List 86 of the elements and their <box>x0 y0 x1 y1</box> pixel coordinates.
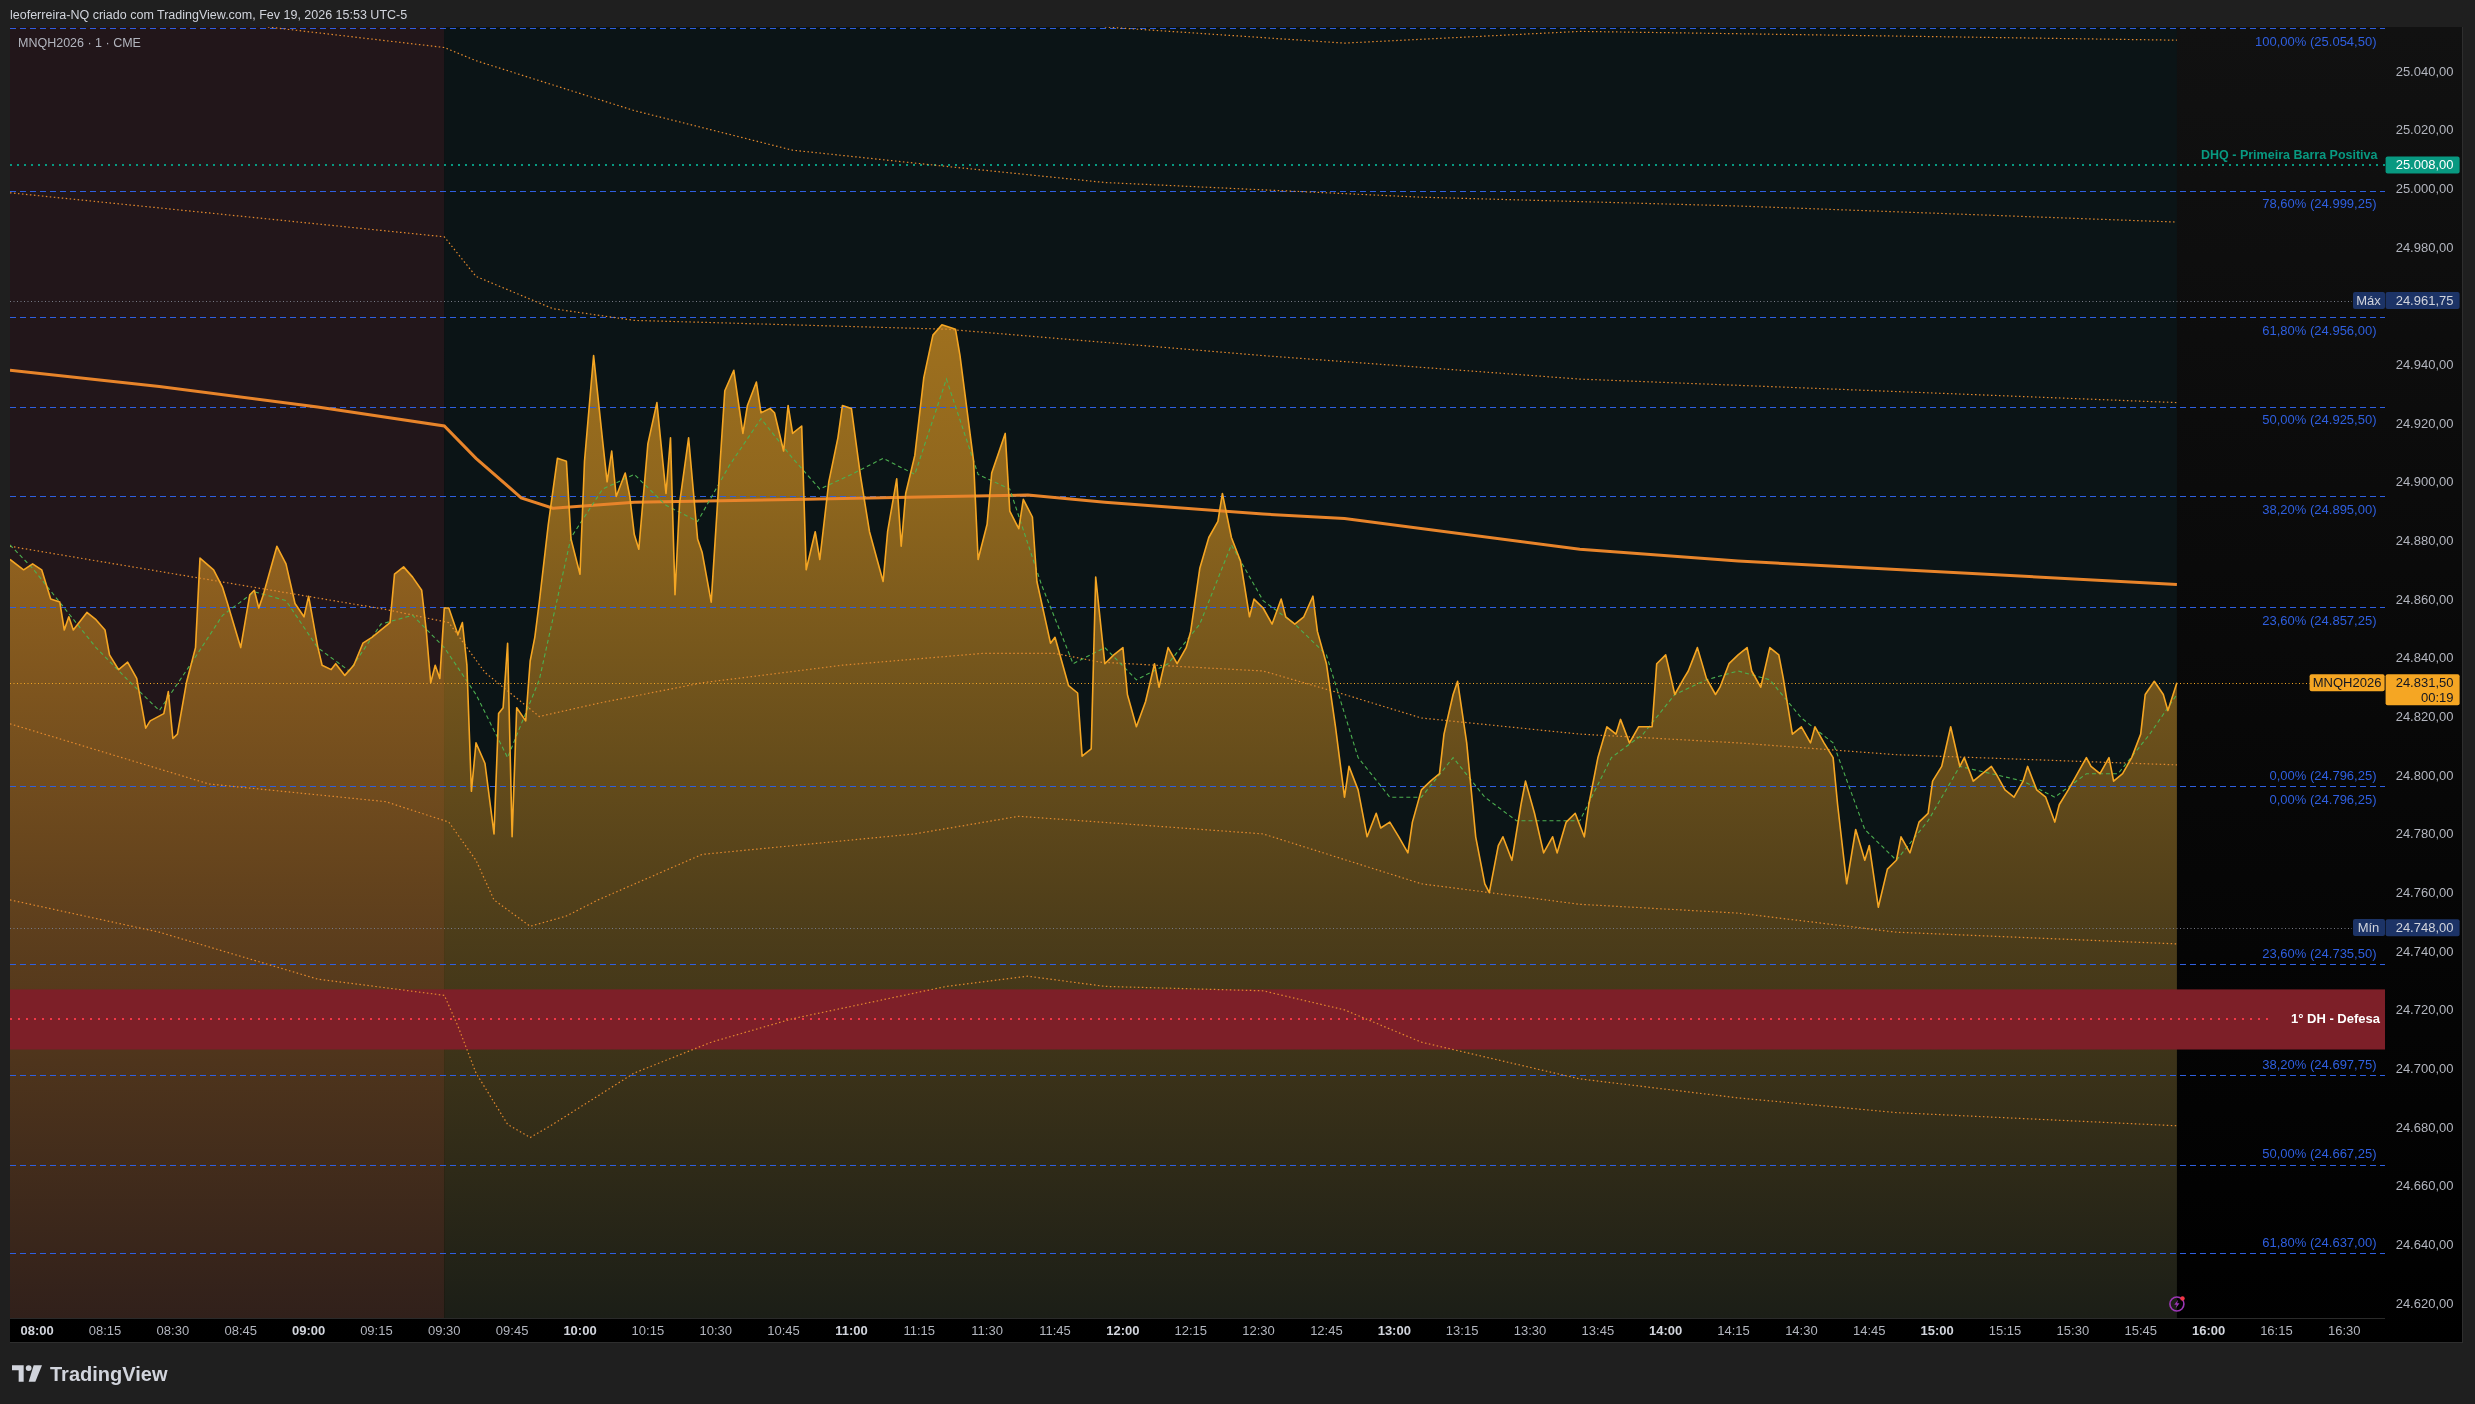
level-price-tag: 24.748,00 <box>2385 919 2460 937</box>
fib-level-label: 78,60% (24.999,25) <box>2262 196 2377 212</box>
fib-level-label: 38,20% (24.895,00) <box>2262 501 2377 517</box>
y-tick-label: 24.748,00 <box>2395 920 2454 936</box>
time-axis-label: 10:15 <box>631 1322 665 1338</box>
time-axis-label: 13:15 <box>1445 1322 1479 1338</box>
time-axis-label: 13:30 <box>1513 1322 1547 1338</box>
last-price: 24.831,50 <box>2395 675 2454 691</box>
price-axis-label: 24.780,00 <box>2395 826 2454 842</box>
price-axis-label: 24.980,00 <box>2395 239 2454 255</box>
price-axis-label: 24.920,00 <box>2395 415 2454 431</box>
price-axis-label: 24.760,00 <box>2395 885 2454 901</box>
time-axis-label: 12:15 <box>1174 1322 1207 1338</box>
fib-level-label: 100,00% (25.054,50) <box>2255 33 2377 49</box>
fib-level-label: 23,60% (24.857,25) <box>2262 612 2377 628</box>
price-axis-label: 24.940,00 <box>2395 356 2454 372</box>
time-axis-label: 15:30 <box>2056 1322 2090 1338</box>
price-axis-label: 25.000,00 <box>2395 180 2454 196</box>
time-axis-label: 11:45 <box>1039 1322 1071 1338</box>
time-axis-label: 10:45 <box>767 1322 800 1338</box>
time-axis-label: 09:00 <box>291 1322 326 1338</box>
zone-label: 1° DH - Defesa <box>2291 1011 2380 1027</box>
fib-level-label: 61,80% (24.956,00) <box>2262 323 2377 338</box>
time-axis-label: 15:00 <box>1920 1322 1954 1338</box>
price-axis-label: 25.020,00 <box>2395 122 2454 138</box>
price-axis-label: 25.040,00 <box>2395 63 2454 79</box>
price-axis-label: 24.860,00 <box>2395 591 2454 607</box>
time-axis-label: 13:00 <box>1377 1322 1411 1338</box>
time-axis-label: 11:30 <box>971 1322 1003 1338</box>
fib-level-label: 50,00% (24.925,50) <box>2262 412 2377 428</box>
lightning-icon[interactable] <box>2169 1296 2185 1312</box>
time-axis-label: 12:30 <box>1242 1322 1275 1338</box>
time-axis-label: 12:00 <box>1106 1322 1140 1338</box>
price-axis-label: 24.720,00 <box>2395 1002 2454 1018</box>
price-axis-label: 24.800,00 <box>2395 767 2454 783</box>
y-tick-label: 25.008,00 <box>2395 157 2454 173</box>
price-axis-label: 24.740,00 <box>2395 943 2454 959</box>
time-axis-label: 15:45 <box>2124 1322 2157 1338</box>
time-axis-label: 13:45 <box>1581 1322 1615 1338</box>
y-tick-label: 24.961,75 <box>2395 293 2454 309</box>
time-axis-label: 09:30 <box>428 1322 461 1338</box>
time-axis-label: 11:15 <box>903 1322 936 1338</box>
fib-level-label: 23,60% (24.735,50) <box>2262 945 2377 961</box>
symbol-tag: MNQH2026 <box>2309 674 2385 692</box>
level-tag: Mín <box>2352 919 2385 937</box>
price-axis-label: 24.900,00 <box>2395 474 2454 490</box>
brand-name: TradingView <box>50 1361 168 1387</box>
fib-level-label: 0,00% (24.796,25) <box>2269 767 2377 783</box>
time-axis-label: 16:15 <box>2260 1322 2293 1338</box>
time-axis-label: 14:15 <box>1717 1322 1750 1338</box>
level-price-tag: 25.008,00 <box>2385 156 2460 174</box>
level-label: DHQ - Primeira Barra Positiva <box>2201 147 2378 162</box>
price-axis-label: 24.640,00 <box>2395 1237 2454 1253</box>
price-axis-label: 24.820,00 <box>2395 709 2454 724</box>
chart-caption: leoferreira-NQ criado com TradingView.com, Fev 19, 2026 15:53 UTC-5 <box>10 7 408 25</box>
time-axis-label: 08:45 <box>224 1322 257 1338</box>
time-axis-label: 09:15 <box>360 1322 393 1338</box>
time-axis-label: 12:45 <box>1310 1322 1343 1338</box>
level-tag: Máx <box>2352 292 2385 310</box>
price-axis-label: 24.880,00 <box>2395 532 2454 548</box>
level-price-tag: 24.961,75 <box>2385 292 2460 310</box>
time-axis-label: 11:00 <box>835 1322 868 1338</box>
time-axis-label: 14:45 <box>1853 1322 1886 1338</box>
time-axis-label: 14:00 <box>1649 1322 1683 1338</box>
time-axis-label: 09:45 <box>495 1322 529 1338</box>
time-axis-label: 14:30 <box>1785 1322 1818 1338</box>
fib-level-label: 0,00% (24.796,25) <box>2269 791 2377 807</box>
logo-icon <box>12 1365 42 1382</box>
price-axis-label: 24.660,00 <box>2395 1178 2454 1194</box>
time-axis-label: 08:30 <box>156 1322 190 1338</box>
symbol-legend: MNQH2026 · 1 · CME <box>18 36 141 50</box>
time-axis-label: 16:30 <box>2328 1322 2361 1338</box>
fib-level-label: 38,20% (24.697,75) <box>2262 1056 2377 1072</box>
time-axis-label: 08:15 <box>88 1322 122 1338</box>
time-axis-label: 10:00 <box>563 1322 597 1338</box>
fib-level-label: 50,00% (24.667,25) <box>2262 1146 2377 1162</box>
price-axis-label: 24.700,00 <box>2395 1061 2454 1077</box>
price-axis-label: 24.840,00 <box>2395 650 2454 666</box>
price-axis-label: 24.620,00 <box>2395 1295 2454 1311</box>
time-axis-label: 08:00 <box>20 1322 54 1338</box>
time-axis-label: 15:15 <box>1988 1322 2022 1338</box>
fib-level-label: 61,80% (24.637,00) <box>2262 1234 2377 1250</box>
price-axis-label: 24.680,00 <box>2395 1119 2454 1135</box>
countdown-timer: 00:19 <box>2420 689 2454 705</box>
time-axis-label: 10:30 <box>699 1322 732 1338</box>
time-axis-label: 16:00 <box>2191 1322 2226 1338</box>
